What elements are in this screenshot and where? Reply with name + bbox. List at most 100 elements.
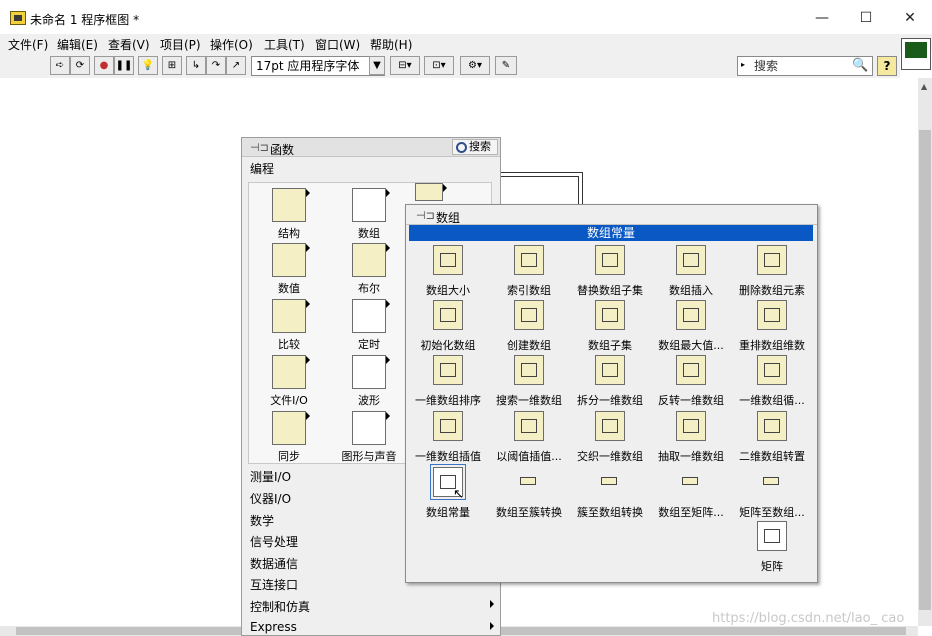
palette-item-synchronization[interactable]: 同步 (249, 411, 329, 464)
decimate-1d-array-item[interactable]: 抽取一维数组 (649, 411, 733, 464)
help-button[interactable]: ? (877, 56, 897, 76)
font-dropdown-icon[interactable]: ▼ (369, 56, 385, 75)
step-over-icon[interactable]: ↷ (206, 56, 226, 75)
palette-item-structures[interactable]: 结构 (249, 188, 329, 241)
font-select[interactable]: 17pt 应用程序字体 (251, 56, 385, 76)
category-connectivity[interactable]: 互连接口 (250, 576, 298, 593)
array-subset-icon (595, 300, 625, 330)
array-subset-item[interactable]: 数组子集 (568, 300, 652, 353)
vertical-scroll-thumb[interactable] (919, 130, 931, 610)
step-out-icon[interactable]: ↗ (226, 56, 246, 75)
build-array-item[interactable]: 创建数组 (487, 300, 571, 353)
transpose-2d-array-item[interactable]: 二维数组转置 (730, 411, 814, 464)
functions-palette-header: ⊣⊐ 函数 搜索 (242, 138, 500, 157)
vi-icon[interactable] (901, 38, 931, 70)
toolbar: ➪ ⟳ ● ❚❚ 💡 ⊞ ↳ ↷ ↗ 17pt 应用程序字体 ▼ ⊟▾ ⊡▾ ⚙… (0, 52, 900, 78)
category-control-simulation[interactable]: 控制和仿真 (250, 598, 494, 615)
pin-icon[interactable]: ⊣⊐ (416, 209, 435, 222)
delete-from-array-item[interactable]: 删除数组元素 (730, 245, 814, 298)
transpose-2d-array-icon (757, 411, 787, 441)
menu-tools[interactable]: 工具(T) (264, 36, 305, 53)
array-to-cluster-item[interactable]: 数组至簇转换 (487, 467, 571, 520)
replace-array-subset-item[interactable]: 替换数组子集 (568, 245, 652, 298)
initialize-array-icon (433, 300, 463, 330)
insert-into-array-item[interactable]: 数组插入 (649, 245, 733, 298)
index-array-item[interactable]: 索引数组 (487, 245, 571, 298)
cluster-to-array-item[interactable]: 簇至数组转换 (568, 467, 652, 520)
palette-item-cluster[interactable] (409, 183, 449, 201)
reorder-icon[interactable]: ⚙▾ (460, 56, 490, 75)
run-continuously-icon[interactable]: ⟳ (70, 56, 90, 75)
minimize-button[interactable]: — (800, 6, 844, 30)
category-mathematics[interactable]: 数学 (250, 512, 274, 529)
menu-help[interactable]: 帮助(H) (370, 36, 412, 53)
abort-icon[interactable]: ● (94, 56, 114, 75)
split-1d-array-item[interactable]: 拆分一维数组 (568, 355, 652, 408)
array-size-item[interactable]: 数组大小 (406, 245, 490, 298)
rotate-1d-array-item[interactable]: 一维数组循... (730, 355, 814, 408)
palette-item-numeric[interactable]: 数值 (249, 243, 329, 296)
menu-project[interactable]: 项目(P) (160, 36, 201, 53)
interleave-1d-arrays-item[interactable]: 交织一维数组 (568, 411, 652, 464)
matrix-icon (757, 521, 787, 551)
maximize-button[interactable]: ☐ (844, 6, 888, 30)
matrix-item[interactable]: 矩阵 (730, 521, 814, 574)
search-1d-array-item[interactable]: 搜索一维数组 (487, 355, 571, 408)
category-data-communication[interactable]: 数据通信 (250, 555, 298, 572)
sort-1d-array-item[interactable]: 一维数组排序 (406, 355, 490, 408)
menu-file[interactable]: 文件(F) (8, 36, 48, 53)
reverse-1d-array-item[interactable]: 反转一维数组 (649, 355, 733, 408)
category-express[interactable]: Express (250, 620, 494, 634)
array-constant-item[interactable]: 数组常量 (406, 464, 490, 520)
highlight-execution-icon[interactable]: 💡 (138, 56, 158, 75)
traffic-light-icon (272, 411, 310, 445)
distribute-objects-icon[interactable]: ⊡▾ (424, 56, 454, 75)
delete-from-array-icon (757, 245, 787, 275)
palette-item-comparison[interactable]: 比较 (249, 299, 329, 352)
vertical-scrollbar[interactable]: ▲ (918, 78, 932, 626)
scroll-up-icon[interactable]: ▲ (921, 82, 927, 91)
step-into-icon[interactable]: ↳ (186, 56, 206, 75)
matrix-to-array-item[interactable]: 矩阵至数组... (730, 467, 814, 520)
sort-1d-array-icon (433, 355, 463, 385)
palette-item-boolean[interactable]: 布尔 (329, 243, 409, 296)
palette-item-graphics-sound[interactable]: 图形与声音 (329, 411, 409, 464)
menu-window[interactable]: 窗口(W) (315, 36, 360, 53)
functions-search-button[interactable]: 搜索 (452, 139, 498, 155)
category-signal-processing[interactable]: 信号处理 (250, 533, 298, 550)
watermark: https://blog.csdn.net/lao_ cao (712, 611, 905, 626)
align-objects-icon[interactable]: ⊟▾ (390, 56, 420, 75)
run-arrow-icon[interactable]: ➪ (50, 56, 70, 75)
interpolate-1d-array-item[interactable]: 一维数组插值 (406, 411, 490, 464)
menu-edit[interactable]: 编辑(E) (57, 36, 98, 53)
comparison-icon (272, 299, 310, 333)
pause-icon[interactable]: ❚❚ (114, 56, 134, 75)
array-to-matrix-icon (676, 467, 706, 497)
palette-item-array[interactable]: 数组 (329, 188, 409, 241)
initialize-array-item[interactable]: 初始化数组 (406, 300, 490, 353)
menu-operate[interactable]: 操作(O) (210, 36, 253, 53)
array-palette-header: ⊣⊐ 数组 (406, 205, 817, 225)
pin-icon[interactable]: ⊣⊐ (250, 141, 269, 154)
category-instrument-io[interactable]: 仪器I/O (250, 490, 291, 507)
cleanup-diagram-icon[interactable]: ✎ (495, 56, 517, 75)
array-to-matrix-item[interactable]: 数组至矩阵... (649, 467, 733, 520)
cluster-to-array-icon (595, 467, 625, 497)
palette-item-waveform[interactable]: 波形 (329, 355, 409, 408)
search-icon[interactable]: 🔍 (852, 58, 868, 73)
close-button[interactable]: ✕ (888, 6, 932, 30)
threshold-1d-array-item[interactable]: 以阈值插值... (487, 411, 571, 464)
palette-item-timing[interactable]: 定时 (329, 299, 409, 352)
array-constant-highlight[interactable]: 数组常量 (409, 225, 813, 241)
menu-view[interactable]: 查看(V) (108, 36, 150, 53)
reshape-array-item[interactable]: 重排数组维数 (730, 300, 814, 353)
category-measurement-io[interactable]: 测量I/O (250, 468, 291, 485)
programming-section-label[interactable]: 编程 (250, 160, 274, 177)
boolean-icon (352, 243, 390, 277)
palette-item-file-io[interactable]: 文件I/O (249, 355, 329, 408)
array-max-min-item[interactable]: 数组最大值... (649, 300, 733, 353)
submenu-arrow-icon (490, 600, 494, 608)
insert-into-array-icon (676, 245, 706, 275)
rotate-1d-array-icon (757, 355, 787, 385)
retain-wire-values-icon[interactable]: ⊞ (162, 56, 182, 75)
